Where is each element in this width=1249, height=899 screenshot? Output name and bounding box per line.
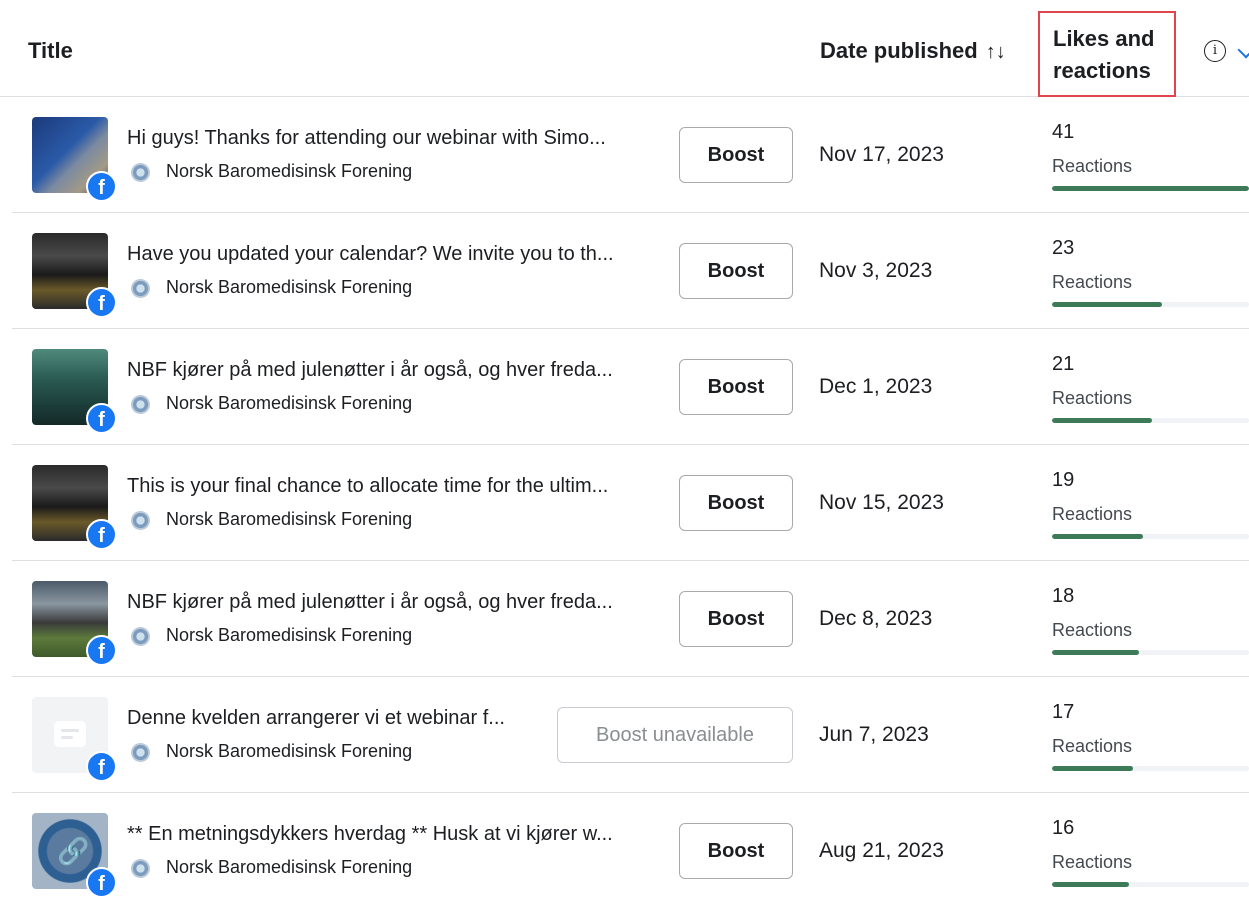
page-name: Norsk Baromedisinsk Forening	[166, 741, 413, 761]
reactions-bar-fill	[1052, 418, 1153, 423]
reactions-bar	[1052, 650, 1249, 655]
posts-table: Title Date published ↑↓ Likes and reactio…	[0, 0, 1249, 899]
post-thumbnail[interactable]: f	[32, 117, 117, 202]
page-avatar	[131, 511, 150, 530]
page-name: Norsk Baromedisinsk Forening	[166, 277, 413, 297]
date-published: Nov 3, 2023	[819, 259, 933, 282]
reactions-count: 19	[1052, 469, 1075, 491]
facebook-icon: f	[86, 403, 117, 434]
reactions-bar	[1052, 534, 1249, 539]
reactions-label: Reactions	[1052, 852, 1133, 872]
reactions-bar-fill	[1052, 882, 1129, 887]
table-row[interactable]: f NBF kjører på med julenøtter i år også,…	[12, 329, 1249, 445]
reactions-bar	[1052, 766, 1249, 771]
post-text[interactable]: Hi guys! Thanks for attending our webina…	[127, 127, 606, 150]
chevron-down-icon[interactable]	[1237, 41, 1249, 59]
sort-icon[interactable]: ↑↓	[986, 41, 1006, 64]
page-avatar	[131, 163, 150, 182]
post-thumbnail[interactable]: f	[32, 349, 117, 434]
reactions-count: 23	[1052, 237, 1075, 259]
reactions-bar-fill	[1052, 766, 1133, 771]
reactions-label: Reactions	[1052, 504, 1133, 524]
page-name: Norsk Baromedisinsk Forening	[166, 625, 413, 645]
table-row[interactable]: f Have you updated your calendar? We invi…	[12, 213, 1249, 329]
reactions-bar-fill	[1052, 186, 1249, 191]
reactions-label: Reactions	[1052, 272, 1133, 292]
page-name: Norsk Baromedisinsk Forening	[166, 857, 413, 877]
date-header-label: Date published	[820, 38, 978, 63]
column-header-date[interactable]: Date published ↑↓	[820, 38, 1006, 64]
facebook-icon: f	[86, 867, 117, 898]
likes-header-line2: reactions	[1053, 58, 1151, 83]
date-published: Dec 1, 2023	[819, 375, 933, 398]
reactions-bar	[1052, 302, 1249, 307]
date-published: Dec 8, 2023	[819, 607, 933, 630]
facebook-icon: f	[86, 287, 117, 318]
post-text[interactable]: Have you updated your calendar? We invit…	[127, 243, 614, 266]
reactions-count: 18	[1052, 585, 1075, 607]
facebook-icon: f	[86, 635, 117, 666]
boost-button[interactable]: Boost	[679, 475, 793, 531]
link-icon: 🔗	[57, 836, 90, 866]
reactions-count: 17	[1052, 701, 1075, 723]
column-header-likes[interactable]: Likes and reactions	[1038, 11, 1176, 97]
page-avatar	[131, 279, 150, 298]
boost-button[interactable]: Boost	[679, 591, 793, 647]
page-avatar	[131, 859, 150, 878]
reactions-bar-fill	[1052, 302, 1163, 307]
likes-header-line1: Likes and	[1053, 26, 1155, 51]
reactions-count: 21	[1052, 353, 1075, 375]
text-post-icon	[54, 721, 86, 747]
reactions-count: 16	[1052, 817, 1075, 839]
date-published: Jun 7, 2023	[819, 723, 929, 746]
table-row[interactable]: f NBF kjører på med julenøtter i år også,…	[12, 561, 1249, 677]
post-text[interactable]: ** En metningsdykkers hverdag ** Husk at…	[127, 823, 613, 846]
post-text[interactable]: Denne kvelden arrangerer vi et webinar f…	[127, 707, 505, 730]
reactions-label: Reactions	[1052, 736, 1133, 756]
date-published: Nov 15, 2023	[819, 491, 944, 514]
reactions-label: Reactions	[1052, 156, 1133, 176]
table-row[interactable]: f Hi guys! Thanks for attending our webin…	[12, 97, 1249, 213]
boost-button[interactable]: Boost	[679, 823, 793, 879]
reactions-label: Reactions	[1052, 620, 1133, 640]
boost-unavailable-button: Boost unavailable	[557, 707, 793, 763]
facebook-icon: f	[86, 171, 117, 202]
reactions-bar	[1052, 418, 1249, 423]
post-thumbnail[interactable]: 🔗 f	[32, 813, 117, 898]
reactions-label: Reactions	[1052, 388, 1133, 408]
facebook-icon: f	[86, 519, 117, 550]
page-avatar	[131, 395, 150, 414]
table-row[interactable]: f Denne kvelden arrangerer vi et webinar …	[12, 677, 1249, 793]
page-avatar	[131, 627, 150, 646]
facebook-icon: f	[86, 751, 117, 782]
reactions-bar-fill	[1052, 650, 1139, 655]
post-thumbnail[interactable]: f	[32, 697, 117, 782]
date-published: Nov 17, 2023	[819, 143, 944, 166]
boost-button[interactable]: Boost	[679, 359, 793, 415]
reactions-bar-fill	[1052, 534, 1143, 539]
table-row[interactable]: 🔗 f ** En metningsdykkers hverdag ** Husk …	[12, 793, 1249, 899]
column-header-title: Title	[28, 38, 73, 63]
reactions-bar	[1052, 186, 1249, 191]
page-name: Norsk Baromedisinsk Forening	[166, 393, 413, 413]
post-thumbnail[interactable]: f	[32, 233, 117, 318]
table-header: Title Date published ↑↓ Likes and reactio…	[0, 0, 1249, 97]
reactions-count: 41	[1052, 121, 1075, 143]
table-row[interactable]: f This is your final chance to allocate t…	[12, 445, 1249, 561]
post-text[interactable]: NBF kjører på med julenøtter i år også, …	[127, 359, 613, 382]
page-name: Norsk Baromedisinsk Forening	[166, 161, 413, 181]
date-published: Aug 21, 2023	[819, 839, 944, 862]
post-text[interactable]: This is your final chance to allocate ti…	[127, 475, 608, 498]
post-thumbnail[interactable]: f	[32, 581, 117, 666]
page-name: Norsk Baromedisinsk Forening	[166, 509, 413, 529]
post-text[interactable]: NBF kjører på med julenøtter i år også, …	[127, 591, 613, 614]
boost-button[interactable]: Boost	[679, 243, 793, 299]
boost-button[interactable]: Boost	[679, 127, 793, 183]
reactions-bar	[1052, 882, 1249, 887]
info-icon[interactable]: i	[1204, 40, 1226, 62]
post-thumbnail[interactable]: f	[32, 465, 117, 550]
page-avatar	[131, 743, 150, 762]
